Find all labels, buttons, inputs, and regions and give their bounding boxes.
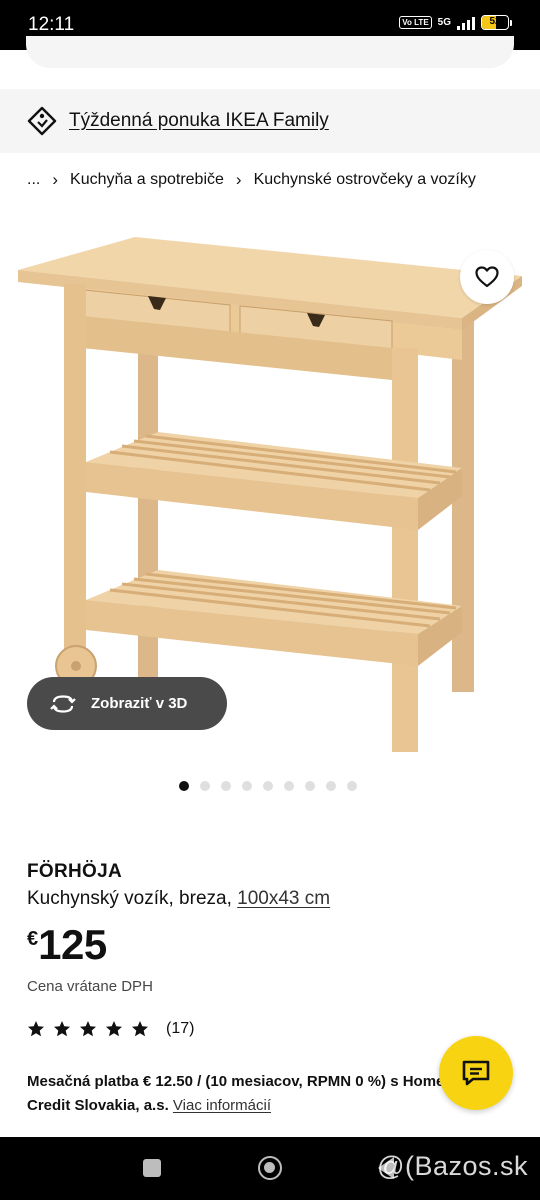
gallery-dot[interactable] [200, 781, 210, 791]
search-bar[interactable] [26, 36, 514, 68]
gallery-dot[interactable] [305, 781, 315, 791]
family-offer-link[interactable]: Týždenná ponuka IKEA Family [69, 110, 329, 132]
star-icon [80, 1021, 96, 1037]
chevron-right-icon: › [235, 170, 242, 189]
price-amount: 125 [38, 921, 107, 968]
battery-level: 52 [489, 16, 501, 27]
status-icons: Vo LTE 5G 52 [399, 15, 512, 30]
rating-stars [27, 1020, 157, 1038]
product-price: € 125 [27, 921, 107, 969]
star-icon [132, 1021, 148, 1037]
product-dimensions-link[interactable]: 100x43 cm [237, 888, 330, 909]
rotate-3d-icon [50, 694, 76, 713]
breadcrumb-item-kitchen[interactable]: Kuchyňa a spotrebiče [70, 171, 224, 189]
favorite-button[interactable] [460, 250, 514, 304]
signal-icon [457, 16, 475, 30]
home-icon[interactable] [258, 1156, 282, 1180]
heart-icon [475, 266, 499, 288]
vat-note: Cena vrátane DPH [27, 978, 153, 995]
product-rating[interactable]: (17) [27, 1020, 194, 1038]
price-currency: € [27, 928, 39, 950]
view-in-3d-button[interactable]: Zobraziť v 3D [27, 677, 227, 730]
network-type: 5G [437, 17, 451, 28]
installment-info: Mesačná platba € 12.50 / (10 mesiacov, R… [27, 1070, 447, 1118]
gallery-dot[interactable] [263, 781, 273, 791]
breadcrumb-ellipsis[interactable]: ... [27, 171, 40, 189]
battery-icon: 52 [481, 15, 512, 30]
family-offer-banner[interactable]: Týždenná ponuka IKEA Family [0, 89, 540, 153]
system-navigation-bar: @(Bazos.sk [0, 1137, 540, 1200]
status-time: 12:11 [28, 14, 75, 35]
gallery-dot[interactable] [179, 781, 189, 791]
view-in-3d-label: Zobraziť v 3D [91, 695, 188, 712]
star-icon [28, 1021, 44, 1037]
watermark: @(Bazos.sk [377, 1151, 528, 1181]
gallery-dot[interactable] [326, 781, 336, 791]
gallery-dot[interactable] [221, 781, 231, 791]
star-icon [54, 1021, 70, 1037]
gallery-dot[interactable] [284, 781, 294, 791]
gallery-pagination[interactable] [179, 781, 357, 791]
recents-icon[interactable] [143, 1159, 161, 1177]
more-info-link[interactable]: Viac informácií [173, 1097, 271, 1114]
rating-count: (17) [166, 1020, 195, 1037]
gallery-dot[interactable] [242, 781, 252, 791]
chevron-right-icon: › [52, 170, 59, 189]
price-tag-icon [27, 106, 57, 136]
product-name: FÖRHÖJA [27, 861, 122, 882]
chat-icon [462, 1060, 490, 1086]
breadcrumb-item-islands[interactable]: Kuchynské ostrovčeky a vozíky [254, 171, 476, 189]
volte-icon: Vo LTE [399, 16, 432, 29]
product-type: Kuchynský vozík, breza, [27, 888, 232, 909]
product-description: Kuchynský vozík, breza, 100x43 cm [27, 888, 330, 910]
gallery-dot[interactable] [347, 781, 357, 791]
chat-button[interactable] [439, 1036, 513, 1110]
star-icon [106, 1021, 122, 1037]
breadcrumb: ... › Kuchyňa a spotrebiče › Kuchynské o… [27, 170, 476, 190]
